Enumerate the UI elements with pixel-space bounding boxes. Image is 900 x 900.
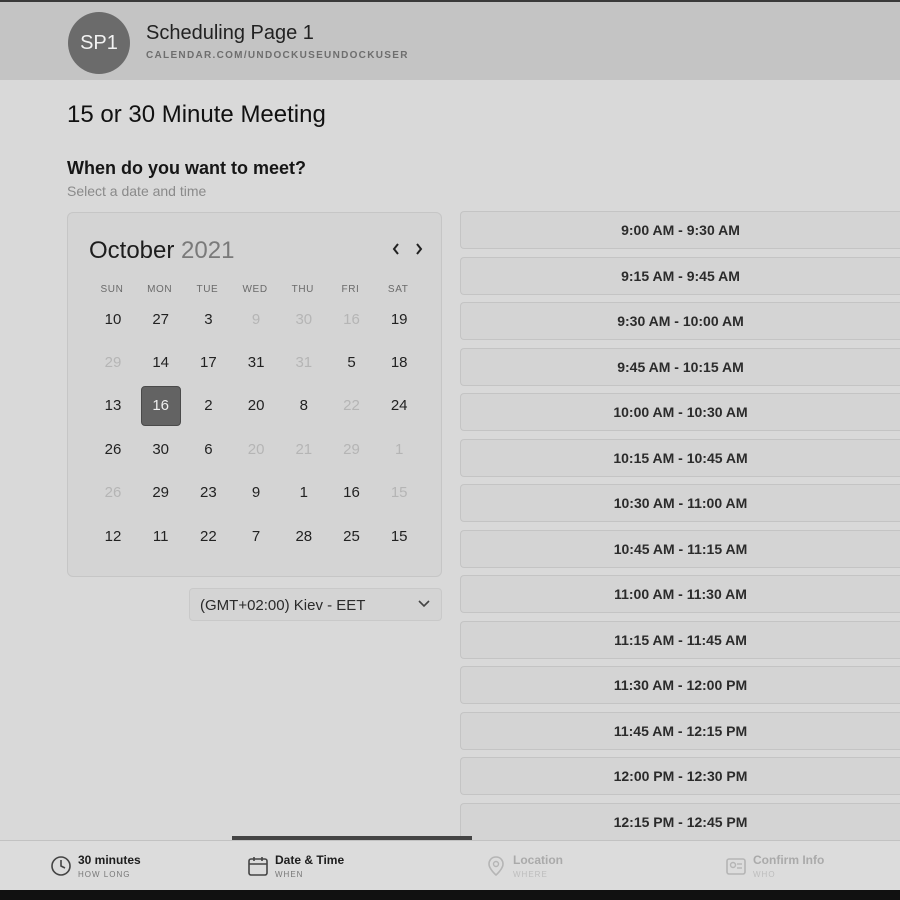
user-card-icon (725, 855, 747, 877)
calendar-day[interactable]: 16 (332, 473, 372, 513)
time-slot-button[interactable]: 9:30 AM - 10:00 AM (460, 302, 900, 340)
avatar-initials: SP1 (80, 31, 118, 54)
map-pin-icon (485, 855, 507, 877)
calendar-day[interactable]: 25 (332, 516, 372, 556)
scheduling-page-url: CALENDAR.COM/UNDOCKUSEUNDOCKUSER (146, 50, 409, 61)
calendar-month-year: October 2021 (89, 237, 234, 265)
calendar-day[interactable]: 7 (236, 516, 276, 556)
calendar-day[interactable]: 31 (236, 342, 276, 382)
calendar-year: 2021 (181, 237, 235, 264)
calendar-month: October (89, 237, 175, 264)
calendar-day: 29 (343, 440, 360, 458)
calendar-day[interactable]: 18 (379, 342, 419, 382)
calendar-day[interactable]: 13 (93, 386, 133, 426)
weekday-thu: THU (291, 284, 314, 295)
time-slot-button[interactable]: 11:15 AM - 11:45 AM (460, 620, 900, 659)
time-slot-button[interactable]: 12:15 PM - 12:45 PM (460, 802, 900, 841)
calendar-day[interactable]: 27 (141, 299, 181, 339)
step-footer: 30 minutes HOW LONG Date & Time WHEN Locatio… (0, 840, 900, 890)
calendar-day: 20 (247, 440, 265, 458)
next-month-button[interactable] (410, 237, 428, 261)
time-slot-button[interactable]: 11:45 AM - 12:15 PM (460, 711, 900, 750)
calendar-day: 16 (343, 310, 360, 328)
clock-icon (50, 855, 72, 877)
time-slot-button[interactable]: 10:45 AM - 11:15 AM (460, 529, 900, 568)
calendar-card: October 2021 SUN MON TUE WED THU FRI SAT 10 27 3… (67, 212, 442, 577)
calendar-day[interactable]: 30 (141, 429, 181, 469)
calendar-day[interactable]: 19 (379, 299, 419, 339)
calendar-day[interactable]: 5 (332, 342, 372, 382)
chevron-left-icon (392, 243, 399, 255)
meeting-title: 15 or 30 Minute Meeting (67, 101, 326, 128)
time-slot-button[interactable]: 11:00 AM - 11:30 AM (460, 575, 900, 613)
timezone-select[interactable]: (GMT+02:00) Kiev - EET (189, 588, 442, 621)
time-slot-button[interactable]: 12:00 PM - 12:30 PM (460, 757, 900, 795)
calendar-day: 29 (104, 353, 122, 371)
calendar-day: 1 (395, 440, 404, 458)
avatar: SP1 (68, 12, 130, 74)
calendar-day: 22 (343, 397, 360, 415)
chevron-right-icon (416, 243, 423, 255)
calendar-day: 9 (251, 310, 261, 328)
calendar-day: 30 (295, 310, 313, 328)
time-slot-button[interactable]: 9:15 AM - 9:45 AM (460, 256, 900, 295)
calendar-day[interactable]: 9 (236, 473, 276, 513)
calendar-icon (247, 855, 269, 877)
calendar-day[interactable]: 15 (379, 516, 419, 556)
calendar-day[interactable]: 22 (188, 516, 228, 556)
calendar-day[interactable]: 14 (141, 342, 181, 382)
weekday-fri: FRI (341, 284, 360, 295)
step-label: 30 minutes (78, 853, 141, 867)
calendar-day[interactable]: 24 (379, 386, 419, 426)
calendar-day: 26 (104, 484, 122, 502)
calendar-day: 31 (295, 353, 313, 371)
step-sublabel: WHERE (513, 870, 548, 879)
step-sublabel: WHEN (275, 870, 304, 879)
calendar-day[interactable]: 29 (141, 473, 181, 513)
calendar-day[interactable]: 10 (93, 299, 133, 339)
when-question: When do you want to meet? (67, 158, 306, 178)
calendar-day: 15 (390, 484, 408, 502)
step-sublabel: HOW LONG (78, 870, 131, 879)
calendar-day[interactable]: 3 (188, 299, 228, 339)
step-sublabel: WHO (753, 870, 776, 879)
weekday-header: SUN MON TUE WED THU FRI SAT (89, 284, 423, 296)
calendar-day[interactable]: 23 (188, 473, 228, 513)
calendar-day[interactable]: 1 (284, 473, 324, 513)
weekday-sat: SAT (387, 284, 409, 295)
calendar-day[interactable]: 17 (188, 342, 228, 382)
header: SP1 Scheduling Page 1 CALENDAR.COM/UNDOC… (0, 0, 900, 80)
time-slot-button[interactable]: 10:00 AM - 10:30 AM (460, 393, 900, 431)
step-label: Confirm Info (753, 853, 825, 867)
time-slot-button[interactable]: 9:45 AM - 10:15 AM (460, 347, 900, 386)
calendar-day[interactable]: 8 (284, 386, 324, 426)
previous-month-button[interactable] (387, 237, 405, 261)
calendar-day[interactable]: 26 (93, 429, 133, 469)
bottom-edge (0, 890, 900, 900)
weekday-wed: WED (242, 284, 268, 295)
step-label: Location (513, 853, 563, 867)
calendar-day-selected[interactable]: 16 (140, 385, 181, 426)
chevron-down-icon (418, 600, 430, 608)
calendar-day[interactable]: 12 (93, 516, 133, 556)
calendar-day[interactable]: 28 (284, 516, 324, 556)
timezone-value: (GMT+02:00) Kiev - EET (200, 597, 366, 614)
calendar-day[interactable]: 2 (188, 386, 228, 426)
time-slot-button[interactable]: 9:00 AM - 9:30 AM (460, 211, 900, 249)
time-slot-button[interactable]: 11:30 AM - 12:00 PM (460, 666, 900, 704)
weekday-tue: TUE (196, 284, 219, 295)
time-slot-button[interactable]: 10:15 AM - 10:45 AM (460, 438, 900, 477)
scheduling-page-name: Scheduling Page 1 (146, 22, 314, 44)
select-date-hint: Select a date and time (67, 183, 207, 199)
step-label: Date & Time (275, 853, 345, 867)
weekday-sun: SUN (100, 284, 124, 295)
calendar-day: 21 (295, 440, 313, 458)
time-slot-button[interactable]: 10:30 AM - 11:00 AM (460, 484, 900, 522)
weekday-mon: MON (147, 284, 173, 295)
calendar-day[interactable]: 6 (188, 429, 228, 469)
calendar-day[interactable]: 11 (141, 516, 181, 556)
calendar-day[interactable]: 20 (236, 386, 276, 426)
